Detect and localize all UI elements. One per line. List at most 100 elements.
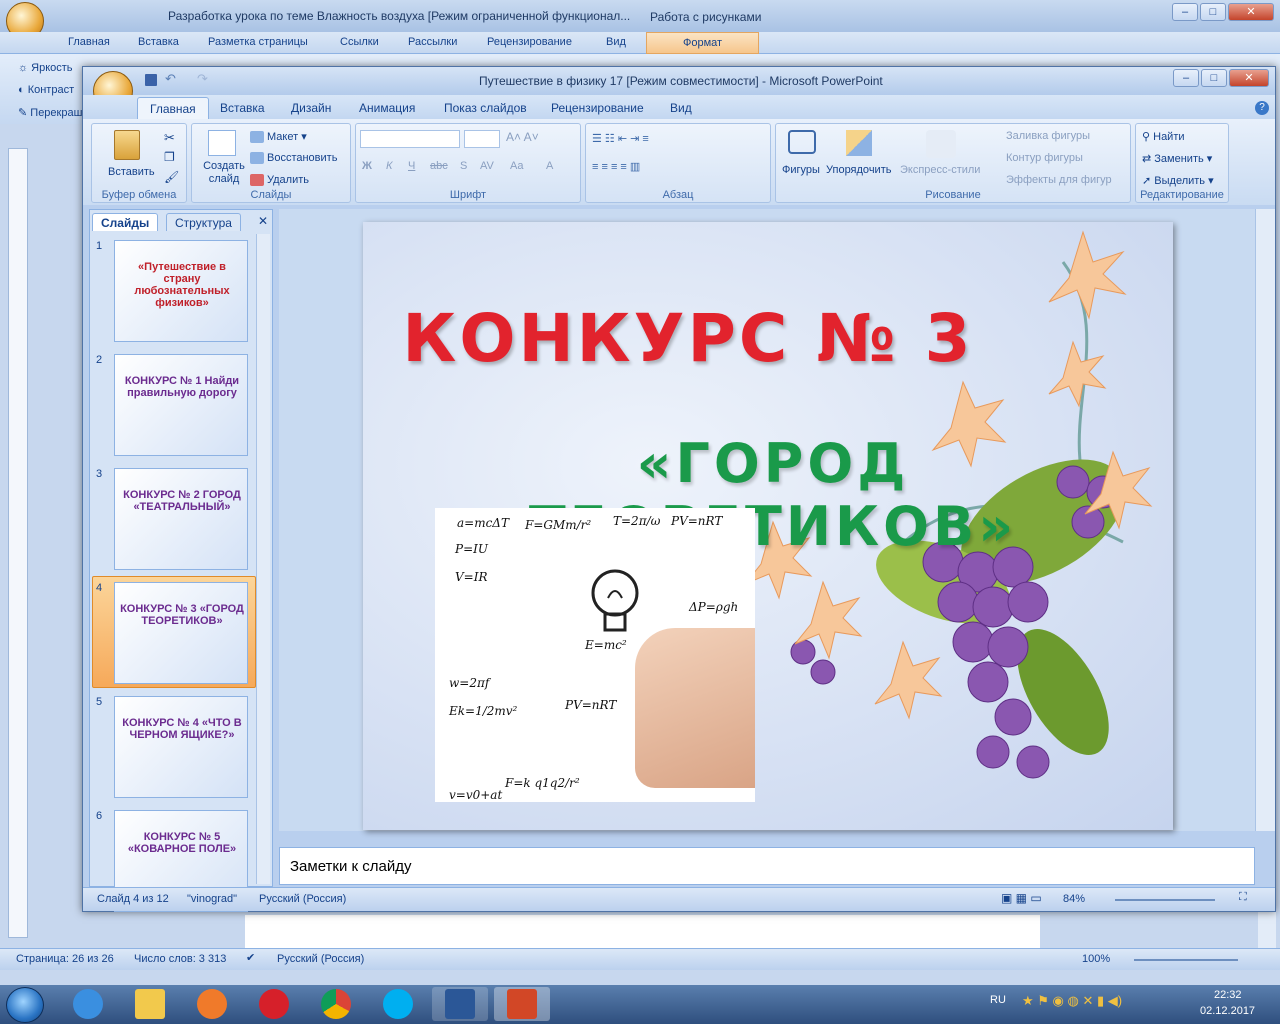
paste-icon[interactable] — [114, 130, 140, 160]
ie-taskbar-button[interactable] — [60, 987, 116, 1021]
ppt-zoom-slider[interactable] — [1115, 899, 1215, 901]
view-buttons[interactable]: ▣ ▦ ▭ — [1001, 891, 1042, 905]
restore-button[interactable]: Восстановить — [250, 152, 337, 165]
slide-thumbnail[interactable]: КОНКУРС № 2 ГОРОД «ТЕАТРАЛЬНЫЙ» — [114, 468, 248, 570]
word-maximize-button[interactable]: □ — [1200, 3, 1226, 21]
pane-close-icon[interactable]: ✕ — [258, 214, 268, 228]
word-zoom-slider[interactable] — [1134, 959, 1238, 961]
shape-fill-button[interactable]: Заливка фигуры — [1006, 130, 1090, 142]
new-slide-button[interactable]: Создать слайд — [202, 160, 246, 186]
tray-icons[interactable]: ★ ⚑ ◉ ◍ ✕ ▮ ◀) — [1022, 993, 1122, 1009]
notes-pane[interactable]: Заметки к слайду — [279, 847, 1255, 885]
underline-icon[interactable]: Ч — [408, 160, 415, 172]
ppt-tab-insert[interactable]: Вставка — [220, 101, 265, 115]
strikethrough-icon[interactable]: abc — [430, 160, 448, 172]
ppt-minimize-button[interactable]: – — [1173, 69, 1199, 87]
word-taskbar-button[interactable] — [432, 987, 488, 1021]
delete-button[interactable]: Удалить — [250, 174, 309, 187]
brightness-item[interactable]: ☼ Яркость — [18, 62, 73, 74]
arrange-button[interactable]: Упорядочить — [826, 164, 891, 176]
media-taskbar-button[interactable] — [184, 987, 240, 1021]
quick-styles-button[interactable]: Экспресс-стили — [900, 164, 980, 176]
save-icon[interactable] — [145, 74, 157, 86]
redo-icon[interactable]: ↷ — [197, 71, 208, 87]
undo-icon[interactable]: ↶ — [165, 71, 176, 87]
word-page-count: Страница: 26 из 26 — [16, 953, 114, 965]
word-tab-format[interactable]: Формат — [646, 32, 760, 54]
slide-thumbnail[interactable]: КОНКУРС № 4 «ЧТО В ЧЕРНОМ ЯЩИКЕ?» — [114, 696, 248, 798]
current-slide[interactable]: КОНКУРС № 3 «ГОРОД ТЕОРЕТИКОВ» a=mcΔT F=G… — [363, 222, 1173, 830]
thumbnail-text: КОНКУРС № 4 «ЧТО В ЧЕРНОМ ЯЩИКЕ?» — [122, 717, 242, 741]
shape-effects-button[interactable]: Эффекты для фигур — [1006, 174, 1112, 186]
word-language[interactable]: Русский (Россия) — [277, 953, 364, 965]
ppt-tab-slideshow[interactable]: Показ слайдов — [444, 101, 527, 115]
clock-time[interactable]: 22:32 — [1214, 989, 1242, 1001]
shape-outline-button[interactable]: Контур фигуры — [1006, 152, 1083, 164]
slide-thumbnail[interactable]: КОНКУРС № 3 «ГОРОД ТЕОРЕТИКОВ» — [114, 582, 248, 684]
fit-window-icon[interactable]: ⛶ — [1239, 891, 1247, 904]
ppt-close-button[interactable]: ✕ — [1229, 69, 1269, 87]
ppt-tab-home[interactable]: Главная — [137, 97, 209, 120]
clock-date[interactable]: 02.12.2017 — [1200, 1005, 1255, 1017]
opera-taskbar-button[interactable] — [246, 987, 302, 1021]
ppt-maximize-button[interactable]: □ — [1201, 69, 1227, 87]
word-tab-refs[interactable]: Ссылки — [340, 36, 379, 48]
word-close-button[interactable]: ✕ — [1228, 3, 1274, 21]
arrange-icon[interactable] — [846, 130, 872, 156]
chrome-taskbar-button[interactable] — [308, 987, 364, 1021]
font-name-select[interactable] — [360, 130, 460, 148]
quick-styles-icon[interactable] — [926, 130, 956, 158]
bullets-icon[interactable]: ☰ ☷ ⇤ ⇥ ≡ — [592, 132, 649, 145]
find-button[interactable]: ⚲ Найти — [1142, 130, 1185, 143]
case-icon[interactable]: Aa — [510, 160, 523, 172]
slide-thumbnail[interactable]: КОНКУРС № 1 Найди правильную дорогу — [114, 354, 248, 456]
slide-thumbnail[interactable]: «Путешествие в страну любознательных физ… — [114, 240, 248, 342]
word-minimize-button[interactable]: – — [1172, 3, 1198, 21]
select-button[interactable]: ➚ Выделить ▾ — [1142, 174, 1214, 187]
help-icon[interactable]: ? — [1255, 101, 1269, 115]
ppt-vertical-scrollbar[interactable] — [1255, 209, 1275, 831]
contrast-item[interactable]: ◐ Контраст — [18, 84, 74, 96]
physics-formulas-picture[interactable]: a=mcΔT F=GMm/r² T=2π/ω PV=nRT P=IU V=IR ΔP=ρgh… — [435, 508, 755, 802]
word-tab-home[interactable]: Главная — [68, 36, 110, 48]
font-color-icon[interactable]: A — [546, 160, 553, 172]
ppt-tab-view[interactable]: Вид — [670, 101, 692, 115]
word-tab-view[interactable]: Вид — [606, 36, 626, 48]
font-size-select[interactable] — [464, 130, 500, 148]
powerpoint-taskbar-button[interactable] — [494, 987, 550, 1021]
layout-button[interactable]: Макет ▾ — [250, 130, 307, 144]
word-tab-review[interactable]: Рецензирование — [487, 36, 572, 48]
start-button[interactable] — [6, 987, 44, 1023]
cut-icon[interactable]: ✂ — [164, 130, 175, 146]
spellcheck-icon[interactable]: ✔ — [246, 951, 255, 964]
pane-scrollbar[interactable] — [256, 234, 270, 884]
word-tab-layout[interactable]: Разметка страницы — [208, 36, 308, 48]
word-tab-insert[interactable]: Вставка — [138, 36, 179, 48]
slide-title[interactable]: КОНКУРС № 3 — [363, 300, 1013, 377]
italic-icon[interactable]: К — [386, 160, 392, 172]
input-language[interactable]: RU — [990, 994, 1006, 1006]
word-zoom-level[interactable]: 100% — [1082, 953, 1110, 965]
tab-outline[interactable]: Структура — [166, 213, 241, 231]
shadow-icon[interactable]: S — [460, 160, 467, 172]
ppt-tab-review[interactable]: Рецензирование — [551, 101, 644, 115]
shapes-icon[interactable] — [788, 130, 816, 154]
ppt-tab-design[interactable]: Дизайн — [291, 101, 331, 115]
ppt-language[interactable]: Русский (Россия) — [259, 893, 346, 905]
bold-icon[interactable]: Ж — [362, 160, 372, 172]
word-tab-mail[interactable]: Рассылки — [408, 36, 457, 48]
shapes-button[interactable]: Фигуры — [782, 164, 820, 176]
spacing-icon[interactable]: AV — [480, 160, 494, 172]
tab-slides[interactable]: Слайды — [92, 213, 159, 231]
align-icon[interactable]: ≡ ≡ ≡ ≡ ▥ — [592, 160, 640, 173]
grow-font-icon[interactable]: A˄ A˅ — [506, 130, 539, 144]
format-painter-icon[interactable]: 🖌 — [164, 170, 179, 184]
ppt-tab-animation[interactable]: Анимация — [359, 101, 415, 115]
paste-button[interactable]: Вставить — [108, 166, 155, 178]
ppt-zoom-level[interactable]: 84% — [1063, 893, 1085, 905]
replace-button[interactable]: ⇄ Заменить ▾ — [1142, 152, 1212, 165]
explorer-taskbar-button[interactable] — [122, 987, 178, 1021]
copy-icon[interactable]: ❐ — [164, 150, 175, 164]
skype-taskbar-button[interactable] — [370, 987, 426, 1021]
new-slide-icon[interactable] — [208, 130, 236, 156]
